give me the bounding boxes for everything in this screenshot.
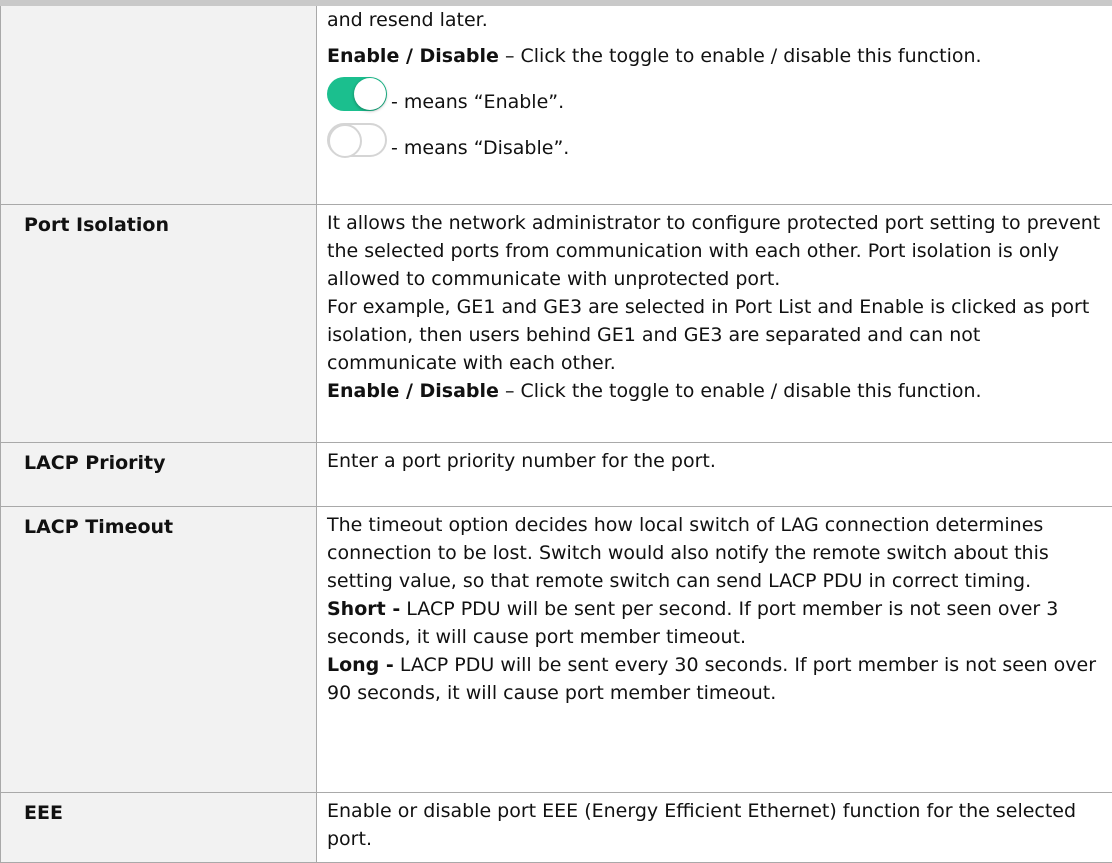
row-description: Enter a port priority number for the por… bbox=[317, 442, 1112, 506]
table-row: EEE Enable or disable port EEE (Energy E… bbox=[1, 792, 1112, 862]
description-paragraph: It allows the network administrator to c… bbox=[327, 209, 1106, 293]
term-description: LACP PDU will be sent every 30 seconds. … bbox=[327, 654, 1096, 704]
row-description: It allows the network administrator to c… bbox=[317, 204, 1112, 442]
term-description: – Click the toggle to enable / disable t… bbox=[499, 45, 982, 67]
row-label: EEE bbox=[1, 792, 317, 862]
parameter-table: and resend later. Enable / Disable – Cli… bbox=[0, 6, 1112, 863]
toggle-off-icon bbox=[327, 123, 387, 157]
row-description: Enable or disable port EEE (Energy Effic… bbox=[317, 792, 1112, 862]
row-description: and resend later. Enable / Disable – Cli… bbox=[317, 6, 1112, 204]
table-row: LACP Timeout The timeout option decides … bbox=[1, 506, 1112, 792]
table-row: and resend later. Enable / Disable – Cli… bbox=[1, 6, 1112, 204]
description-paragraph: Long - LACP PDU will be sent every 30 se… bbox=[327, 651, 1106, 707]
description-paragraph: Enable / Disable – Click the toggle to e… bbox=[327, 42, 1106, 70]
description-paragraph: Short - LACP PDU will be sent per second… bbox=[327, 595, 1106, 651]
term-bold: Enable / Disable bbox=[327, 380, 499, 402]
description-paragraph: For example, GE1 and GE3 are selected in… bbox=[327, 293, 1106, 377]
row-description: The timeout option decides how local swi… bbox=[317, 506, 1112, 792]
row-label: Port Isolation bbox=[1, 204, 317, 442]
table-row: Port Isolation It allows the network adm… bbox=[1, 204, 1112, 442]
term-bold: Long - bbox=[327, 654, 394, 676]
row-label bbox=[1, 6, 317, 204]
description-paragraph: The timeout option decides how local swi… bbox=[327, 511, 1106, 595]
description-paragraph: Enter a port priority number for the por… bbox=[327, 447, 1106, 475]
row-label: LACP Priority bbox=[1, 442, 317, 506]
row-label: LACP Timeout bbox=[1, 506, 317, 792]
term-bold: Short - bbox=[327, 598, 400, 620]
description-paragraph: Enable or disable port EEE (Energy Effic… bbox=[327, 797, 1106, 853]
term-description: – Click the toggle to enable / disable t… bbox=[499, 380, 982, 402]
term-description: LACP PDU will be sent per second. If por… bbox=[327, 598, 1058, 648]
toggle-on-icon bbox=[327, 77, 387, 111]
toggle-legend-enable: - means “Enable”. bbox=[327, 72, 1106, 116]
toggle-legend-text: - means “Enable”. bbox=[391, 88, 564, 116]
description-paragraph: Enable / Disable – Click the toggle to e… bbox=[327, 377, 1106, 405]
description-paragraph: and resend later. bbox=[327, 6, 1106, 34]
toggle-legend-text: - means “Disable”. bbox=[391, 134, 569, 162]
term-bold: Enable / Disable bbox=[327, 45, 499, 67]
table-row: LACP Priority Enter a port priority numb… bbox=[1, 442, 1112, 506]
toggle-legend-disable: - means “Disable”. bbox=[327, 118, 1106, 162]
